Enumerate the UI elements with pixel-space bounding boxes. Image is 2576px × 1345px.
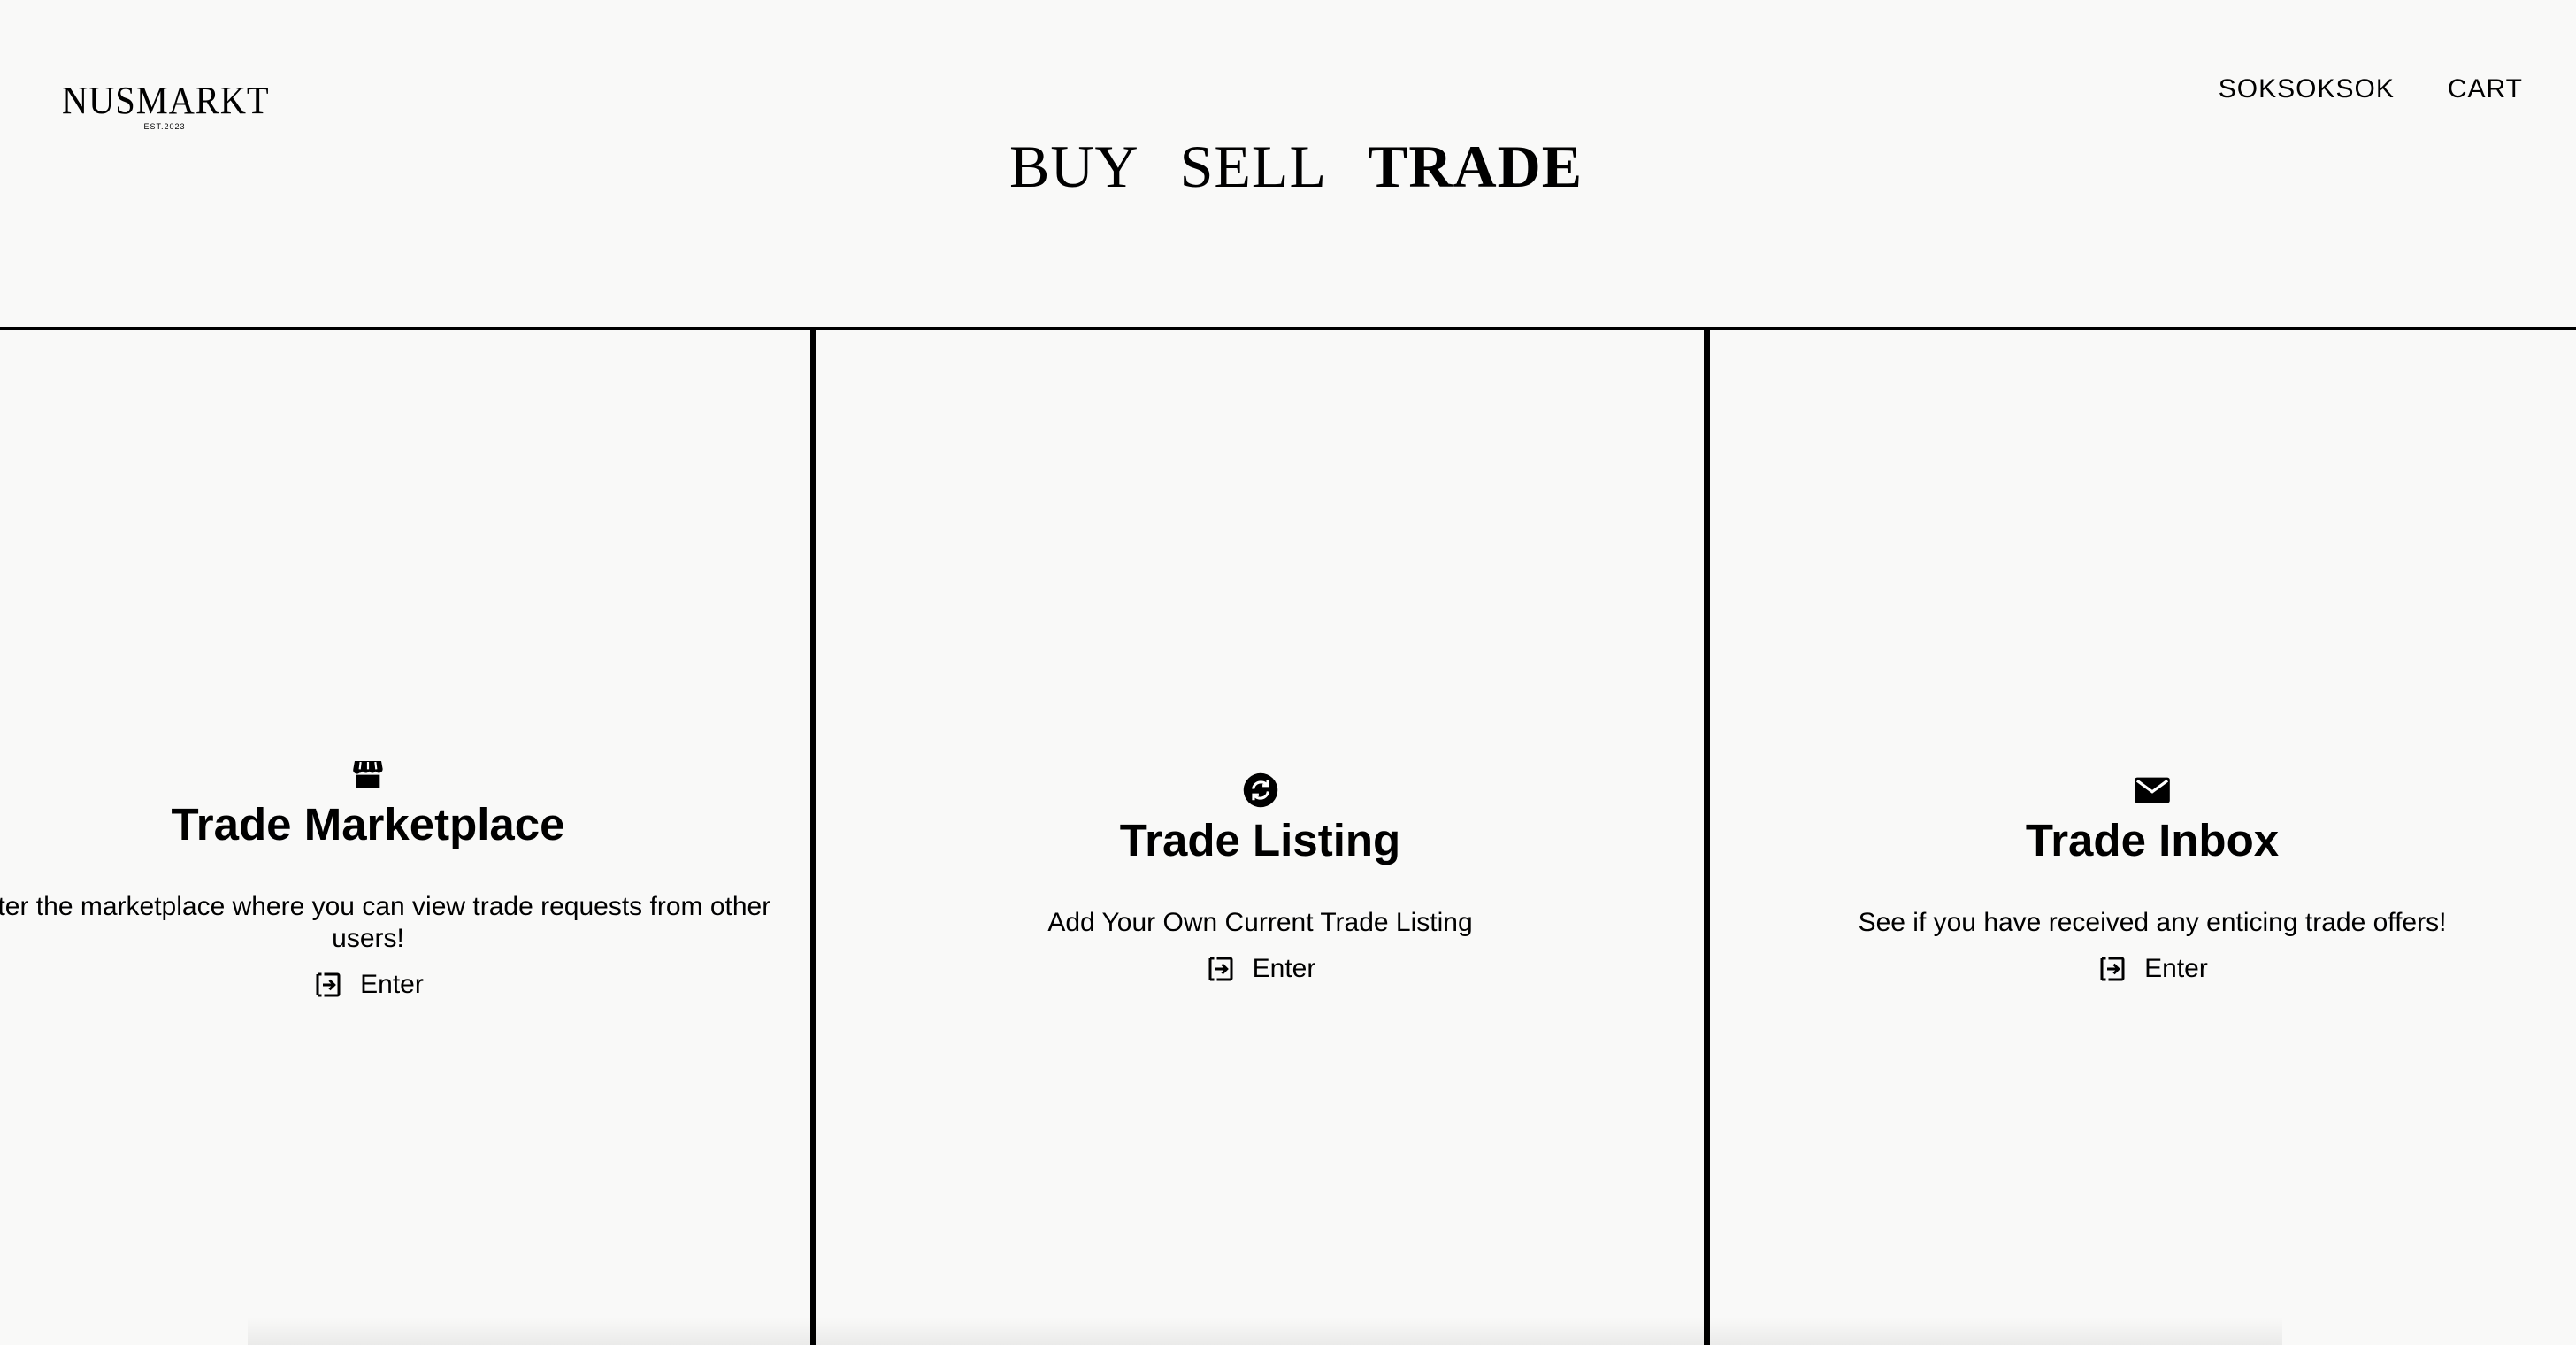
trade-listing-title: Trade Listing [1119,815,1401,865]
top-nav: SOKSOKSOK CART [2219,74,2523,104]
trade-listing-panel: Trade Listing Add Your Own Current Trade… [816,330,1704,1345]
enter-icon [316,972,341,997]
column-divider-1 [810,328,816,1345]
trade-inbox-description: See if you have received any enticing tr… [1858,908,2447,937]
trade-inbox-title: Trade Inbox [2025,815,2280,865]
refresh-circle-icon [1241,771,1280,810]
mail-icon [2133,771,2172,810]
logo-established: EST.2023 [143,122,186,131]
storefront-icon [349,755,387,794]
trade-marketplace-enter-label: Enter [360,970,424,999]
mode-nav: BUY SELL TRADE [1009,133,1583,200]
trade-listing-description: Add Your Own Current Trade Listing [1047,908,1473,937]
enter-icon [2100,957,2125,981]
trade-listing-enter-button[interactable]: Enter [1205,953,1316,985]
mode-sell-link[interactable]: SELL [1180,133,1327,200]
trade-marketplace-enter-button[interactable]: Enter [312,969,424,1001]
site-header: NUSMARKT EST.2023 SOKSOKSOK CART BUY SEL… [0,0,2576,327]
nusmarkt-logo[interactable]: NUSMARKT EST.2023 [62,79,270,132]
trade-marketplace-panel: Trade Marketplace Enter the marketplace … [0,330,842,1345]
logo-wordmark: NUSMARKT [62,79,270,122]
trade-listing-enter-label: Enter [1252,954,1316,983]
mode-buy-link[interactable]: BUY [1009,133,1139,200]
column-divider-2 [1704,328,1710,1345]
trade-inbox-enter-button[interactable]: Enter [2097,953,2208,985]
trade-inbox-enter-label: Enter [2144,954,2208,983]
user-account-link[interactable]: SOKSOKSOK [2219,74,2395,104]
trade-marketplace-description: Enter the marketplace where you can view… [0,892,771,953]
mode-trade-link[interactable]: TRADE [1368,133,1583,200]
trade-marketplace-title: Trade Marketplace [171,799,565,849]
trade-inbox-panel: Trade Inbox See if you have received any… [1710,330,2576,1345]
enter-icon [1208,957,1233,981]
cart-link[interactable]: CART [2448,74,2523,104]
